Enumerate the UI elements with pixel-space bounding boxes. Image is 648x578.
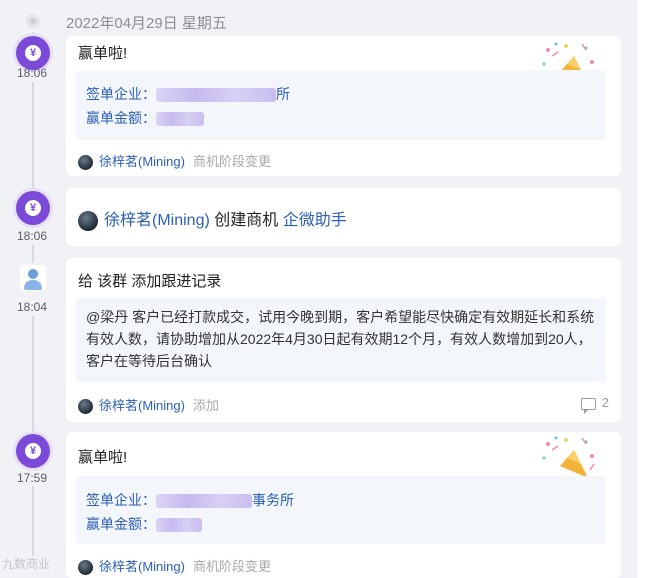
blurred-value <box>156 112 204 127</box>
win-deal-node-icon: ¥ <box>16 36 50 70</box>
date-label: 2022年04月29日 星期五 <box>66 15 227 32</box>
comment-count: 2 <box>601 395 609 410</box>
deal-info-panel: 签单企业：所 赢单金额： <box>76 70 606 140</box>
author-link[interactable]: 徐梓茗(Mining) <box>104 212 210 229</box>
create-deal-card[interactable]: 徐梓茗(Mining) 创建商机 企微助手 <box>66 188 621 246</box>
card-footer: 徐梓茗(Mining) 商机阶段变更 <box>78 556 271 576</box>
timeline-line <box>32 245 34 263</box>
entry-time: 17:59 <box>16 471 48 485</box>
win-deal-card[interactable]: 赢单啦! 签单企业：所 赢单金额： 徐梓茗(Mining) 商机阶段变更 <box>66 36 621 176</box>
timeline-line <box>32 486 34 556</box>
timeline-line <box>32 82 34 190</box>
avatar <box>78 560 93 576</box>
follow-up-note-panel: @梁丹 客户已经打款成交，试用今晚到期，客户希望能尽快确定有效期延长和系统有效人… <box>76 298 606 382</box>
win-deal-node-icon: ¥ <box>16 434 50 468</box>
card-title: 赢单啦! <box>78 45 128 62</box>
author-link[interactable]: 徐梓茗(Mining) <box>99 559 185 574</box>
create-deal-line: 徐梓茗(Mining) 创建商机 企微助手 <box>78 206 347 231</box>
source-link[interactable]: 企微助手 <box>283 212 347 229</box>
entry-time: 18:06 <box>16 66 48 80</box>
blurred-value <box>156 494 252 509</box>
blurred-value <box>156 88 276 103</box>
right-scroll-gutter <box>637 0 648 578</box>
follow-up-note-text: @梁丹 客户已经打款成交，试用今晚到期，客户希望能尽快确定有效期延长和系统有效人… <box>86 309 595 369</box>
author-link[interactable]: 徐梓茗(Mining) <box>99 154 185 169</box>
entry-time: 18:04 <box>16 300 48 314</box>
blurred-value <box>156 518 202 533</box>
deal-amount-field: 赢单金额： <box>86 108 204 128</box>
entry-time: 18:06 <box>16 229 48 243</box>
deal-amount-field: 赢单金额： <box>86 514 202 534</box>
win-deal-card[interactable]: 赢单啦! 签单企业： 事务所 赢单金额： 徐梓茗(Mining) 商机阶段变更 <box>66 432 621 578</box>
watermark: 九数商业 <box>2 557 51 571</box>
card-title: 给 该群 添加跟进记录 <box>78 273 222 290</box>
avatar <box>78 399 93 415</box>
follow-up-card[interactable]: 给 该群 添加跟进记录 @梁丹 客户已经打款成交，试用今晚到期，客户希望能尽快确… <box>66 258 621 422</box>
card-footer: 徐梓茗(Mining) 商机阶段变更 <box>78 151 271 171</box>
date-dot-icon <box>26 14 40 28</box>
avatar <box>78 155 93 171</box>
avatar <box>78 210 98 231</box>
author-link[interactable]: 徐梓茗(Mining) <box>99 398 185 413</box>
contact-avatar-icon <box>20 265 46 291</box>
signing-company-field: 签单企业： 事务所 <box>86 492 294 509</box>
card-footer: 徐梓茗(Mining) 添加 <box>78 395 219 415</box>
signing-company-field: 签单企业：所 <box>86 86 290 103</box>
comment-button[interactable]: 2 <box>580 395 609 414</box>
deal-info-panel: 签单企业： 事务所 赢单金额： <box>76 476 606 544</box>
card-title: 赢单啦! <box>78 449 128 466</box>
comment-icon <box>580 397 596 414</box>
timeline-line <box>32 316 34 432</box>
create-deal-node-icon: ¥ <box>16 191 50 225</box>
